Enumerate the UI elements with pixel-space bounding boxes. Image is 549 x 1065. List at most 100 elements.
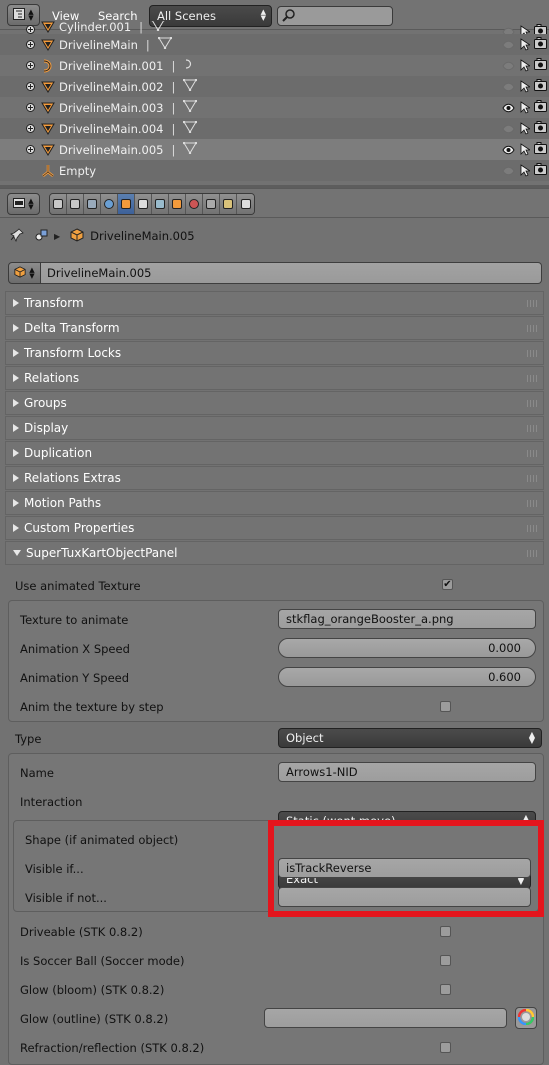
- type-dropdown[interactable]: Object ▲ ▼: [278, 728, 542, 748]
- animation-y-speed-slider[interactable]: 0.600: [278, 667, 536, 687]
- drag-grip-icon[interactable]: [527, 400, 537, 407]
- tab-render-layers[interactable]: [67, 194, 84, 214]
- drag-grip-icon[interactable]: [527, 525, 537, 532]
- texture-to-animate-input[interactable]: stkflag_orangeBooster_a.png: [278, 609, 536, 629]
- outliner-row-name[interactable]: DrivelineMain.001: [59, 59, 163, 73]
- visibility-eye-icon[interactable]: [502, 80, 515, 93]
- outliner-row[interactable]: DrivelineMain.002 |: [0, 76, 549, 97]
- expand-toggle-icon[interactable]: [26, 61, 35, 70]
- outliner-row-name[interactable]: Empty: [59, 164, 96, 178]
- render-camera-icon[interactable]: [534, 24, 547, 34]
- glow-outline-color-field[interactable]: [264, 1008, 507, 1028]
- drag-grip-icon[interactable]: [527, 550, 537, 557]
- render-camera-icon[interactable]: [534, 79, 547, 94]
- expand-toggle-icon[interactable]: [26, 25, 35, 34]
- properties-editor-type-button[interactable]: ▲ ▼: [7, 193, 40, 215]
- selectability-cursor-icon[interactable]: [519, 80, 530, 94]
- panel-header-motion-paths[interactable]: Motion Paths: [5, 491, 544, 515]
- drag-grip-icon[interactable]: [527, 500, 537, 507]
- render-camera-icon[interactable]: [534, 100, 547, 115]
- anim-by-step-checkbox[interactable]: [440, 701, 451, 712]
- render-camera-icon[interactable]: [534, 37, 547, 52]
- panel-header-transform-locks[interactable]: Transform Locks: [5, 341, 544, 365]
- render-camera-icon[interactable]: [534, 163, 547, 178]
- visibility-eye-icon[interactable]: [502, 38, 515, 51]
- expand-toggle-icon[interactable]: [26, 40, 35, 49]
- glow-bloom-checkbox[interactable]: [440, 984, 451, 995]
- drag-grip-icon[interactable]: [527, 375, 537, 382]
- selectability-cursor-icon[interactable]: [519, 143, 530, 157]
- selectability-cursor-icon[interactable]: [519, 164, 530, 178]
- drag-grip-icon[interactable]: [527, 300, 537, 307]
- outliner-row-name[interactable]: Cylinder.001: [59, 21, 131, 34]
- outliner-row-name[interactable]: DrivelineMain.003: [59, 101, 163, 115]
- panel-header-duplication[interactable]: Duplication: [5, 441, 544, 465]
- tab-object[interactable]: [118, 194, 135, 214]
- color-picker-button[interactable]: [515, 1007, 537, 1029]
- object-browse-button[interactable]: ▲ ▼: [8, 262, 41, 284]
- panel-header-display[interactable]: Display: [5, 416, 544, 440]
- selectability-cursor-icon[interactable]: [519, 25, 530, 34]
- tab-render[interactable]: [50, 194, 67, 214]
- selectability-cursor-icon[interactable]: [519, 122, 530, 136]
- drag-grip-icon[interactable]: [527, 450, 537, 457]
- outliner-row-name[interactable]: DrivelineMain: [59, 38, 138, 52]
- outliner-row[interactable]: Empty: [0, 160, 549, 181]
- animation-y-speed-label: Animation Y Speed: [20, 671, 130, 685]
- panel-header-groups[interactable]: Groups: [5, 391, 544, 415]
- render-camera-icon[interactable]: [534, 142, 547, 157]
- visibility-eye-icon[interactable]: [502, 164, 515, 177]
- panel-header-relations-extras[interactable]: Relations Extras: [5, 466, 544, 490]
- tab-particles[interactable]: [220, 194, 237, 214]
- expand-toggle-icon[interactable]: [26, 82, 35, 91]
- outliner-row[interactable]: DrivelineMain.003 |: [0, 97, 549, 118]
- tab-physics[interactable]: [237, 194, 254, 214]
- outliner-row[interactable]: DrivelineMain.001 |: [0, 55, 549, 76]
- panel-header-transform[interactable]: Transform: [5, 291, 544, 315]
- outliner-row[interactable]: Cylinder.001 |: [0, 21, 549, 34]
- outliner-row-name[interactable]: DrivelineMain.002: [59, 80, 163, 94]
- selectability-cursor-icon[interactable]: [519, 38, 530, 52]
- selectability-cursor-icon[interactable]: [519, 59, 530, 73]
- render-camera-icon[interactable]: [534, 121, 547, 136]
- visibility-eye-icon[interactable]: [502, 143, 515, 156]
- driveable-checkbox[interactable]: [440, 926, 451, 937]
- visibility-eye-icon[interactable]: [502, 59, 515, 72]
- tab-data[interactable]: [169, 194, 186, 214]
- render-camera-icon[interactable]: [534, 58, 547, 73]
- drag-grip-icon[interactable]: [527, 325, 537, 332]
- expand-toggle-icon[interactable]: [26, 124, 35, 133]
- context-tabs: [49, 193, 255, 215]
- selectability-cursor-icon[interactable]: [519, 101, 530, 115]
- drag-grip-icon[interactable]: [527, 425, 537, 432]
- tab-texture[interactable]: [203, 194, 220, 214]
- pin-icon[interactable]: [10, 227, 24, 245]
- drag-grip-icon[interactable]: [527, 350, 537, 357]
- panel-header-custom-properties[interactable]: Custom Properties: [5, 516, 544, 540]
- stk-object-panel-header[interactable]: SuperTuxKartObjectPanel: [5, 541, 544, 565]
- expand-toggle-icon[interactable]: [26, 103, 35, 112]
- tab-modifiers[interactable]: [152, 194, 169, 214]
- visibility-eye-icon[interactable]: [502, 25, 515, 34]
- animation-x-speed-slider[interactable]: 0.000: [278, 638, 536, 658]
- outliner-row[interactable]: DrivelineMain.004 |: [0, 118, 549, 139]
- panel-header-relations[interactable]: Relations: [5, 366, 544, 390]
- outliner-row-name[interactable]: DrivelineMain.005: [59, 143, 163, 157]
- outliner-row[interactable]: DrivelineMain |: [0, 34, 549, 55]
- tab-scene[interactable]: [84, 194, 101, 214]
- panel-header-delta-transform[interactable]: Delta Transform: [5, 316, 544, 340]
- outliner-row-name[interactable]: DrivelineMain.004: [59, 122, 163, 136]
- refraction-checkbox[interactable]: [440, 1042, 451, 1053]
- use-animated-texture-checkbox[interactable]: ✔: [442, 579, 453, 590]
- outliner-row[interactable]: DrivelineMain.005 |: [0, 139, 549, 160]
- tab-material[interactable]: [186, 194, 203, 214]
- visibility-eye-icon[interactable]: [502, 122, 515, 135]
- name-input[interactable]: Arrows1-NID: [278, 762, 536, 782]
- expand-toggle-icon[interactable]: [26, 145, 35, 154]
- drag-grip-icon[interactable]: [527, 475, 537, 482]
- object-name-field[interactable]: DrivelineMain.005: [41, 262, 542, 284]
- tab-constraints[interactable]: [135, 194, 152, 214]
- visibility-eye-icon[interactable]: [502, 101, 515, 114]
- soccer-ball-checkbox[interactable]: [440, 955, 451, 966]
- tab-world[interactable]: [101, 194, 118, 214]
